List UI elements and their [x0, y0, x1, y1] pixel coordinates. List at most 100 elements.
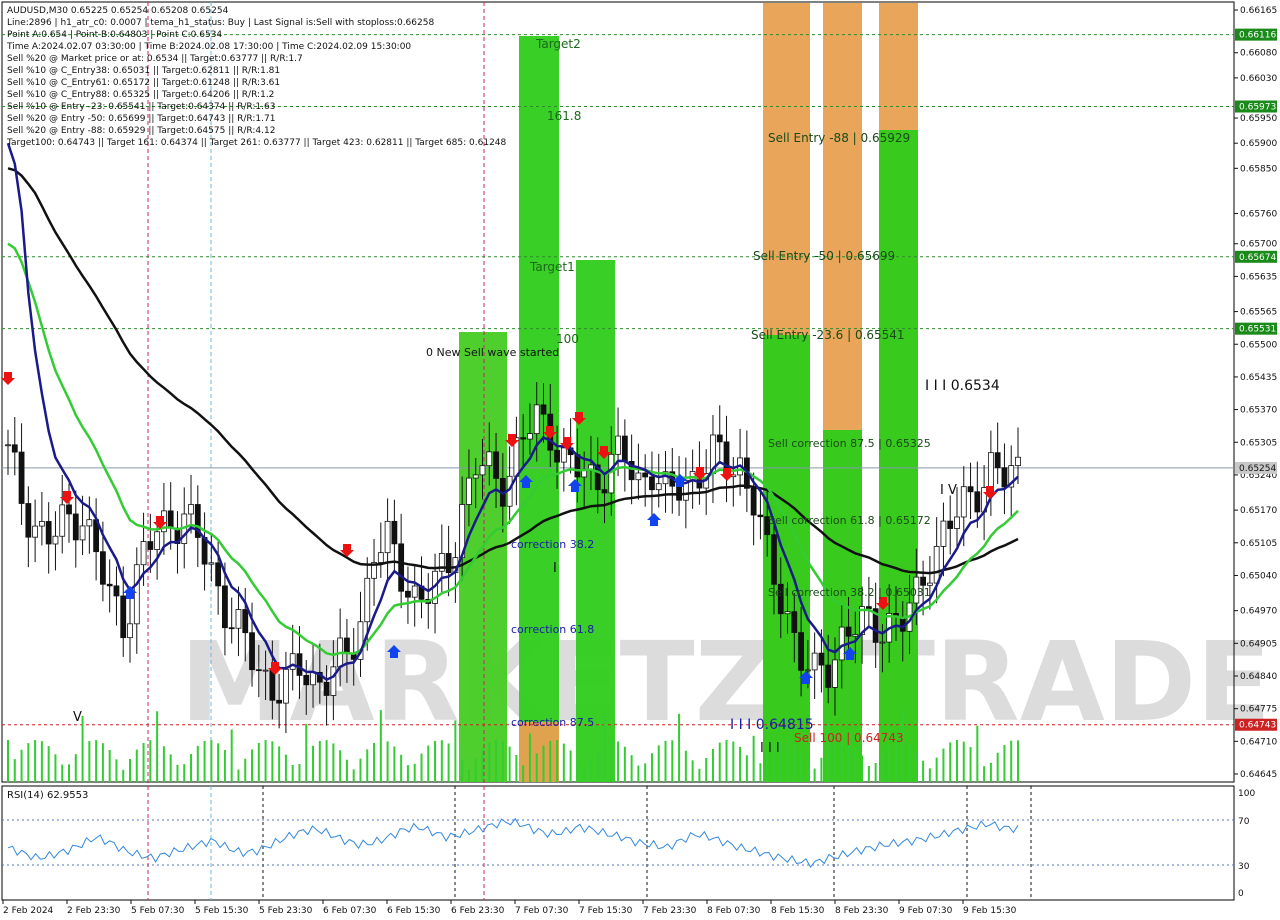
rsi-title: RSI(14) 62.9553: [7, 790, 88, 801]
candle-body: [818, 652, 825, 666]
candle-body: [215, 562, 222, 587]
candle-body: [228, 627, 235, 630]
time-tick-label: 6 Feb 23:30: [451, 906, 505, 916]
price-tick-label: 0.64970: [1240, 607, 1277, 617]
candle-body: [757, 514, 764, 518]
header-line: Target100: 0.64743 || Target 161: 0.6437…: [6, 138, 507, 148]
watermark: MARKETZI TRADE: [180, 618, 1271, 746]
rsi-axis-30: 30: [1238, 862, 1250, 872]
label-corr-875: correction 87.5: [511, 716, 594, 729]
candle-body: [987, 452, 994, 488]
candle-body: [1001, 467, 1008, 488]
candle-body: [32, 525, 39, 538]
header-line: Point A:0.654 | Point B:0.64803 | Point …: [7, 30, 222, 40]
candle-body: [574, 454, 581, 478]
candle-body: [466, 477, 472, 505]
price-label: 0.64743: [1239, 721, 1276, 731]
time-tick-label: 8 Feb 15:30: [771, 906, 825, 916]
candle-body: [493, 451, 499, 479]
label-sell-entry-88: Sell Entry -88 | 0.65929: [768, 131, 910, 145]
candle-body: [364, 577, 371, 623]
candle-body: [947, 520, 954, 529]
label-wave-iv: I V: [940, 483, 957, 498]
candle-body: [771, 534, 777, 585]
header-line: Time A:2024.02.07 03:30:00 | Time B:2024…: [6, 42, 411, 52]
price-tick-label: 0.64775: [1240, 705, 1277, 715]
candle-body: [25, 503, 32, 538]
price-tick-label: 0.65435: [1240, 373, 1277, 383]
candle-body: [554, 449, 560, 463]
candle-body: [66, 504, 72, 515]
time-tick-label: 6 Feb 07:30: [323, 906, 377, 916]
candle-body: [520, 437, 527, 440]
candle-body: [296, 653, 303, 676]
price-tick-label: 0.66080: [1240, 49, 1277, 59]
candle-body: [635, 472, 642, 481]
candle-body: [45, 521, 52, 545]
price-chart[interactable]: MARKETZI TRADE AUDUSD,M30 0.65225 0.6525…: [0, 0, 1280, 920]
candle-body: [798, 632, 804, 671]
label-fib-1618: 161.8: [547, 109, 581, 123]
candle-body: [18, 451, 25, 504]
label-sell-corr-382: Sell correction 38.2 | 0.65031: [768, 586, 931, 599]
target-zone: [576, 260, 615, 782]
rsi-axis-70: 70: [1238, 817, 1250, 827]
label-new-wave: 0 New Sell wave started: [426, 346, 559, 359]
candle-body: [825, 664, 832, 688]
candle-body: [540, 404, 547, 415]
candle-body: [398, 543, 405, 592]
price-tick-label: 0.65950: [1240, 114, 1277, 124]
label-fib-100: 100: [556, 332, 579, 346]
candle-body: [649, 476, 655, 491]
candle-body: [38, 521, 45, 527]
candle-body: [791, 611, 798, 633]
label-sell-entry-23: Sell Entry -23.6 | 0.65541: [751, 328, 905, 342]
candle-body: [527, 433, 533, 440]
price-tick-label: 0.65850: [1240, 164, 1277, 174]
candle-body: [384, 520, 391, 554]
candle-body: [167, 510, 174, 529]
candle-body: [303, 675, 310, 686]
time-tick-label: 5 Feb 15:30: [195, 906, 249, 916]
candle-body: [960, 486, 967, 518]
candle-body: [405, 590, 411, 598]
candle-body: [208, 562, 215, 565]
price-tick-label: 0.65900: [1240, 139, 1277, 149]
rsi-panel: [1, 785, 1235, 901]
label-corr-618: correction 61.8: [511, 623, 594, 636]
price-tick-label: 0.65370: [1240, 406, 1277, 416]
candle-body: [377, 552, 384, 563]
candle-body: [72, 513, 79, 541]
header-line: Sell %10 @ C_Entry61: 0.65172 || Target:…: [7, 78, 280, 88]
price-tick-label: 0.65635: [1240, 272, 1277, 282]
candle-body: [1015, 456, 1021, 467]
candle-body: [560, 447, 567, 463]
label-target2: Target2: [535, 37, 581, 51]
label-target1: Target1: [529, 260, 575, 274]
header-line: Sell %20 @ Entry -88: 0.65929 || Target:…: [7, 126, 275, 136]
header-line: Sell %10 @ C_Entry88: 0.65325 || Target:…: [7, 90, 274, 100]
price-tick-label: 0.65305: [1240, 438, 1277, 448]
candle-body: [940, 520, 947, 547]
candle-body: [967, 486, 974, 493]
candle-body: [601, 489, 608, 494]
price-tick-label: 0.65040: [1240, 571, 1277, 581]
label-sell-corr-618: Sell correction 61.8 | 0.65172: [768, 514, 931, 527]
candle-body: [79, 525, 86, 541]
candle-body: [106, 583, 113, 587]
rsi-axis-100: 100: [1238, 789, 1255, 799]
header-line: Sell %20 @ Market price or at: 0.6534 ||…: [7, 54, 303, 64]
time-axis[interactable]: 2 Feb 2024 2 Feb 23:30 5 Feb 07:30 5 Feb 15…: [2, 900, 1017, 916]
price-label: 0.65973: [1239, 103, 1276, 113]
candle-body: [147, 541, 154, 550]
candle-body: [269, 669, 276, 701]
candle-body: [127, 623, 133, 639]
price-tick-label: 0.65565: [1240, 308, 1277, 318]
price-tick-label: 0.64710: [1240, 737, 1277, 747]
price-tick-label: 0.66165: [1240, 6, 1277, 16]
price-label: 0.65674: [1239, 253, 1276, 263]
candle-body: [235, 609, 242, 629]
candle-body: [120, 595, 127, 639]
candle-body: [642, 472, 649, 478]
candle-body: [276, 699, 283, 704]
